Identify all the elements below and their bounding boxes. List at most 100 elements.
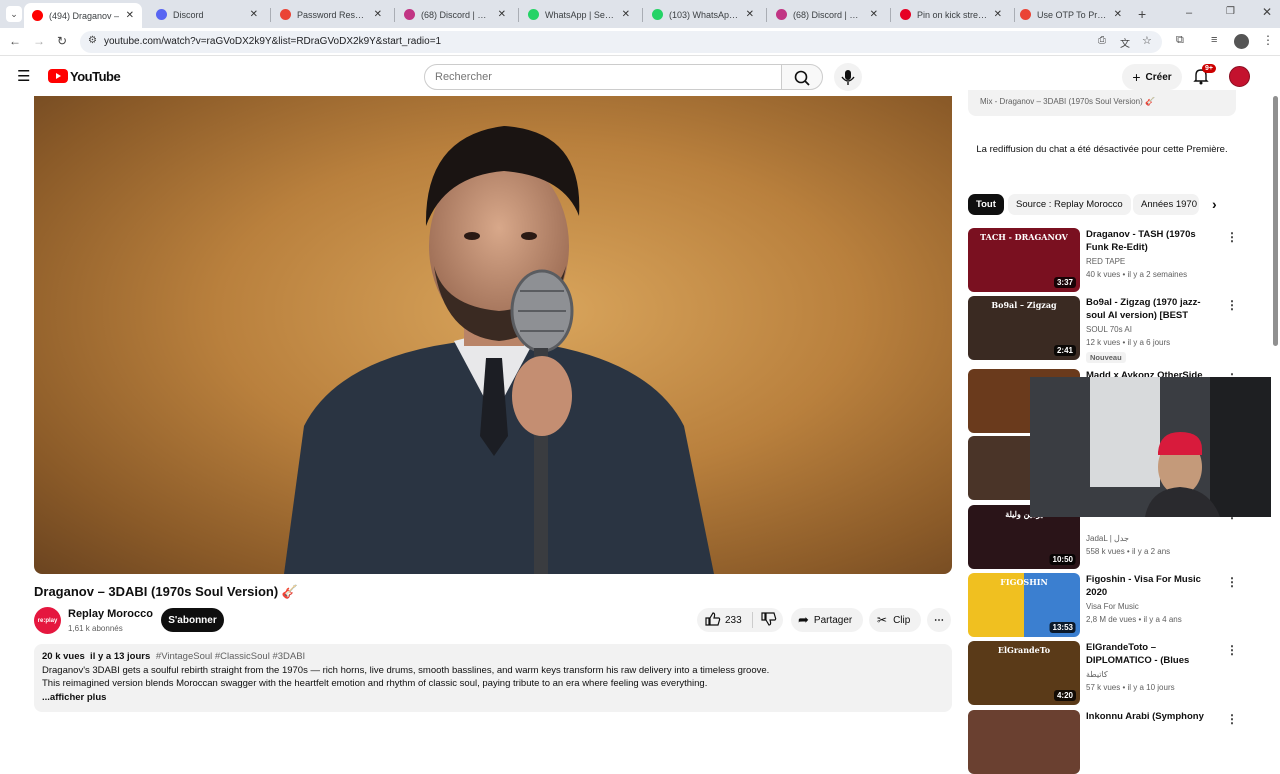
rec-menu-icon[interactable]: ⋮ [1226,643,1238,657]
bookmark-star-icon[interactable]: ☆ [1142,34,1152,47]
browser-menu-icon[interactable]: ⋮ [1262,33,1274,47]
create-label: Créer [1145,71,1172,83]
translate-icon[interactable]: 文 [1120,35,1130,50]
rec-title[interactable]: ElGrandeToto – DIPLOMATICO - (Blues Vers… [1086,641,1218,667]
browser-tab[interactable]: Discord ✕ [148,3,266,26]
youtube-logo-icon[interactable] [48,69,68,83]
install-app-icon[interactable]: ⎙ [1098,35,1106,46]
video-player[interactable] [34,96,952,574]
tab-title: WhatsApp | Secure a [545,9,616,20]
rec-menu-icon[interactable]: ⋮ [1226,712,1238,726]
browser-tab[interactable]: WhatsApp | Secure a ✕ [520,3,638,26]
description-line-1: Draganov's 3DABI gets a soulful rebirth … [42,664,770,676]
like-button[interactable] [705,611,721,629]
show-more-link[interactable]: ...afficher plus [42,691,944,705]
youtube-logo-text[interactable]: YouTube [70,69,121,84]
account-avatar[interactable] [1229,66,1250,87]
more-actions-button[interactable]: ⋯ [927,608,951,632]
tab-close-icon[interactable]: ✕ [622,9,630,20]
page-scrollbar[interactable] [1271,96,1280,720]
close-window-button[interactable]: ✕ [1262,5,1272,19]
rec-meta: 2,8 M de vues • il y a 4 ans [1086,615,1182,624]
tab-close-icon[interactable]: ✕ [870,9,878,20]
tab-separator [642,8,643,22]
description-tags[interactable]: #VintageSoul #ClassicSoul #3DABI [156,651,305,662]
rec-channel[interactable]: Visa For Music [1086,602,1139,611]
rec-channel[interactable]: كاتيطة [1086,670,1108,679]
rec-meta: 40 k vues • il y a 2 semaines [1086,270,1188,279]
chip-all[interactable]: Tout [968,194,1004,215]
site-info-icon[interactable]: ⚙ [88,35,97,46]
tab-favicon-icon [1020,9,1031,20]
browser-tab[interactable]: (103) WhatsApp Busi ✕ [644,3,762,26]
voice-search-button[interactable] [834,63,862,91]
rec-duration: 2:41 [1053,345,1076,356]
back-button[interactable]: ← [9,34,21,48]
browser-tab[interactable]: Use OTP To Proceed ✕ [1012,3,1130,26]
clip-button[interactable]: ✂ Clip [869,608,921,632]
share-button[interactable]: ➦ Partager [791,608,863,632]
rec-channel[interactable]: JadaL | جدل [1086,534,1129,543]
rec-duration: 10:50 [1049,554,1076,565]
recommended-video[interactable]: Bo9al – Zigzag 2:41 Bo9al - Zigzag (1970 j… [968,296,1248,363]
browser-tab[interactable]: (68) Discord | @Disco ✕ [396,3,514,26]
rec-title[interactable]: Figoshin - Visa For Music 2020 [1086,573,1218,599]
tab-close-icon[interactable]: ✕ [126,10,134,21]
recommended-video[interactable]: TACH - DRAGANOV 3:37 Draganov - TASH (1970… [968,228,1248,292]
tab-title: (494) Draganov – [49,10,120,21]
rec-menu-icon[interactable]: ⋮ [1226,230,1238,244]
new-tab-button[interactable]: + [1138,6,1146,22]
tab-favicon-icon [652,9,663,20]
address-bar[interactable]: ⚙ youtube.com/watch?v=raGVoDX2k9Y&list=R… [80,31,1162,53]
tab-close-icon[interactable]: ✕ [1114,9,1122,20]
reload-button[interactable]: ↻ [57,34,67,48]
search-input[interactable] [424,64,782,90]
browser-tab[interactable]: (494) Draganov – ✕ [24,3,142,28]
chevron-right-icon[interactable]: › [1212,196,1217,212]
rec-channel[interactable]: RED TAPE [1086,257,1125,266]
chip-source[interactable]: Source : Replay Morocco [1008,194,1131,215]
tab-close-icon[interactable]: ✕ [498,9,506,20]
playlist-mix-box[interactable]: Mix - Draganov – 3DABI (1970s Soul Versi… [968,90,1236,116]
browser-tab[interactable]: Pin on kick streaming ✕ [892,3,1010,26]
description-box[interactable]: 20 k vues il y a 13 jours #VintageSoul #… [34,644,952,712]
browser-tab[interactable]: (68) Discord | @Rela ✕ [768,3,886,26]
create-button[interactable]: + Créer [1122,64,1182,90]
rec-menu-icon[interactable]: ⋮ [1226,575,1238,589]
tab-title: (103) WhatsApp Busi [669,9,740,20]
tab-search-button[interactable]: ⌄ [6,6,22,22]
rec-title[interactable]: Bo9al - Zigzag (1970 jazz-soul AI versio… [1086,296,1218,322]
rec-meta: 12 k vues • il y a 6 jours [1086,338,1171,347]
chat-disabled-message: La rediffusion du chat a été désactivée … [976,144,1228,155]
rec-meta: 558 k vues • il y a 2 ans [1086,547,1171,556]
channel-name[interactable]: Replay Morocco [68,608,153,620]
channel-avatar[interactable]: re:play [34,607,61,634]
tab-close-icon[interactable]: ✕ [994,9,1002,20]
rec-title[interactable]: Inkonnu Arabi (Symphony [1086,710,1218,723]
extensions-icon[interactable]: ⧉ [1176,34,1184,47]
tab-favicon-icon [900,9,911,20]
rec-channel[interactable]: SOUL 70s AI [1086,325,1132,334]
chip-1970s[interactable]: Années 1970 [1133,194,1199,215]
tab-close-icon[interactable]: ✕ [746,9,754,20]
tab-close-icon[interactable]: ✕ [250,9,258,20]
hamburger-menu-icon[interactable]: ☰ [17,67,30,85]
maximize-button[interactable]: ❐ [1226,6,1235,17]
dislike-button[interactable] [761,611,777,629]
tab-title: (68) Discord | @Rela [793,9,864,20]
search-button[interactable] [781,64,823,90]
media-control-icon[interactable]: ≡ [1211,34,1217,46]
rec-menu-icon[interactable]: ⋮ [1226,298,1238,312]
scrollbar-thumb[interactable] [1273,96,1278,346]
browser-tab[interactable]: Password Reset Requ ✕ [272,3,390,26]
rec-duration: 3:37 [1053,277,1076,288]
tab-close-icon[interactable]: ✕ [374,9,382,20]
minimize-button[interactable]: – [1186,7,1192,19]
subscribe-button[interactable]: S'abonner [161,608,224,632]
tab-separator [270,8,271,22]
recommended-video[interactable]: FIGOSHIN 13:53 Figoshin - Visa For Music 2… [968,573,1248,637]
recommended-video[interactable]: ElGrandeTo 4:20 ElGrandeToto – DIPLOMATICO… [968,641,1248,705]
profile-avatar[interactable] [1234,34,1249,49]
forward-button[interactable]: → [33,34,45,48]
rec-title[interactable]: Draganov - TASH (1970s Funk Re-Edit) [1086,228,1218,254]
